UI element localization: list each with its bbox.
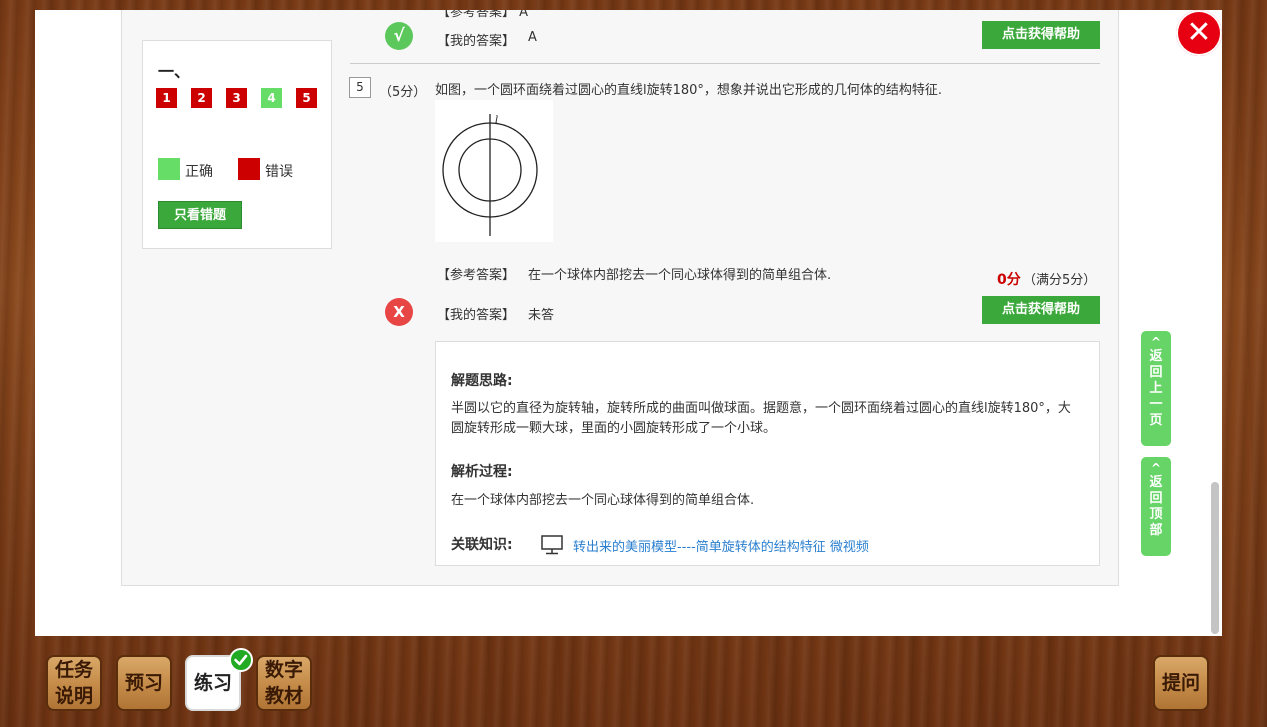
tab-task-line1: 任务 [54, 659, 93, 681]
monitor-icon [541, 535, 563, 555]
tab-textbook-line2: 教材 [264, 685, 303, 707]
back-top-button[interactable]: ^ 返回顶部 [1141, 457, 1171, 556]
chevron-up-icon: ^ [1150, 335, 1162, 349]
back-top-label: 返回顶部 [1149, 475, 1163, 538]
back-prev-page-label: 返回上一页 [1149, 349, 1163, 428]
tab-task-description[interactable]: 任务 说明 [46, 655, 102, 711]
my-answer: 未答 [528, 308, 555, 323]
scrollbar-thumb[interactable] [1211, 482, 1219, 634]
close-icon[interactable]: ✕ [1176, 10, 1222, 56]
question-nav-1[interactable]: 1 [156, 88, 177, 108]
ref-answer-label: 【参考答案】 [437, 268, 516, 283]
question-score: 0分 [997, 272, 1021, 288]
process-heading: 解析过程: [451, 464, 513, 480]
knowledge-heading: 关联知识: [451, 537, 513, 553]
section-title: 一、 [158, 62, 191, 81]
prev-my-answer: A [528, 30, 537, 45]
tab-digital-textbook[interactable]: 数字 教材 [256, 655, 312, 711]
help-button[interactable]: 点击获得帮助 [982, 296, 1100, 324]
ref-answer: 在一个球体内部挖去一个同心球体得到的简单组合体. [528, 268, 832, 283]
prev-ref-answer: 【参考答案】 A [437, 10, 529, 20]
divider [350, 63, 1100, 64]
ring-figure: l [442, 114, 538, 236]
idea-heading: 解题思路: [451, 373, 513, 389]
knowledge-video-link[interactable]: 转出来的美丽模型----简单旋转体的结构特征 微视频 [573, 536, 869, 555]
tab-preview[interactable]: 预习 [116, 655, 172, 711]
legend-right-label: 正确 [185, 164, 213, 180]
legend-wrong-swatch [238, 158, 260, 180]
axis-label: l [495, 115, 498, 126]
question-nav-4[interactable]: 4 [261, 88, 282, 108]
tab-preview-label: 预习 [124, 672, 163, 694]
idea-text: 半圆以它的直径为旋转轴，旋转所成的曲面叫做球面。据题意，一个圆环面绕着过圆心的直… [451, 401, 1071, 436]
practice-panel: 一、 1 2 3 4 5 正确 错误 只看错题 【参考答案】 A √ 【我的答案… [35, 10, 1222, 636]
question-number: 5 [349, 77, 371, 98]
tab-textbook-line1: 数字 [264, 659, 303, 681]
legend-right-swatch [158, 158, 180, 180]
wrong-x-icon: X [385, 298, 413, 326]
prev-help-button[interactable]: 点击获得帮助 [982, 21, 1100, 49]
completed-check-icon [229, 648, 253, 672]
ask-question-button[interactable]: 提问 [1153, 655, 1209, 711]
tab-task-line2: 说明 [54, 685, 93, 707]
tab-practice-label: 练习 [193, 672, 232, 694]
process-text: 在一个球体内部挖去一个同心球体得到的简单组合体. [451, 493, 755, 508]
my-answer-label: 【我的答案】 [437, 308, 516, 323]
ask-question-label: 提问 [1161, 672, 1200, 694]
correct-check-icon: √ [385, 22, 413, 50]
legend-wrong-label: 错误 [265, 164, 293, 180]
prev-my-answer-label: 【我的答案】 [437, 34, 516, 49]
question-nav-5[interactable]: 5 [296, 88, 317, 108]
question-nav-2[interactable]: 2 [191, 88, 212, 108]
wrong-only-button[interactable]: 只看错题 [158, 201, 242, 229]
question-figure: l [435, 100, 553, 242]
question-text: 如图，一个圆环面绕着过圆心的直线l旋转180°，想象并说出它形成的几何体的结构特… [435, 83, 943, 98]
full-score: （满分5分） [1023, 273, 1097, 288]
chevron-up-icon: ^ [1150, 461, 1162, 475]
explanation-box: 解题思路: 半圆以它的直径为旋转轴，旋转所成的曲面叫做球面。据题意，一个圆环面绕… [435, 341, 1100, 566]
question-navigator: 一、 1 2 3 4 5 正确 错误 只看错题 [142, 40, 332, 249]
back-prev-page-button[interactable]: ^ 返回上一页 [1141, 331, 1171, 446]
question-points: （5分） [379, 85, 427, 100]
question-nav-3[interactable]: 3 [226, 88, 247, 108]
